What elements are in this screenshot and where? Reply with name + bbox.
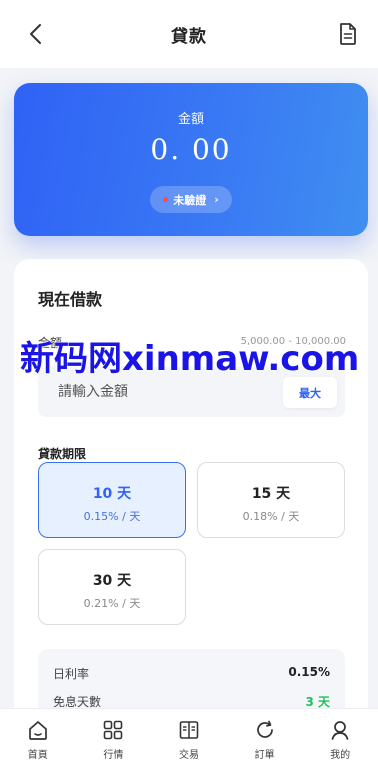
grid-icon <box>100 717 126 743</box>
user-icon <box>327 717 353 743</box>
term-option-30[interactable]: 30 天 0.21% / 天 <box>38 549 186 625</box>
amount-range: 5,000.00 - 10,000.00 <box>240 336 346 347</box>
term-days: 15 天 <box>251 486 291 502</box>
term-rate: 0.15% / 天 <box>83 510 141 523</box>
tab-orders[interactable]: 訂單 <box>227 709 303 764</box>
status-dot-icon <box>163 197 169 202</box>
tab-label: 行情 <box>103 750 124 761</box>
verification-status-button[interactable]: 未驗證 › <box>150 186 232 213</box>
summary-row: 日利率 0.15% <box>53 665 330 682</box>
amount-label: 金額 <box>38 336 63 350</box>
tab-trade[interactable]: 交易 <box>151 709 227 764</box>
tab-label: 首頁 <box>27 750 48 761</box>
bottom-tab-bar: 首頁 行情 交易 訂單 我的 <box>0 708 378 764</box>
chevron-left-icon[interactable] <box>22 20 48 48</box>
term-days: 30 天 <box>92 573 132 589</box>
summary-label: 日利率 <box>53 667 90 681</box>
amount-input-wrapper: 最大 <box>38 367 345 417</box>
term-days: 10 天 <box>92 486 132 502</box>
term-option-10[interactable]: 10 天 0.15% / 天 <box>38 462 186 538</box>
tab-label: 訂單 <box>254 750 275 761</box>
refresh-icon <box>252 717 278 743</box>
summary-value: 0.15% <box>288 665 330 679</box>
page-title: 貸款 <box>171 26 207 47</box>
term-rate: 0.21% / 天 <box>83 597 141 610</box>
verification-status-label: 未驗證 <box>173 193 207 207</box>
tab-home[interactable]: 首頁 <box>0 709 76 764</box>
balance-label: 金額 <box>177 112 204 127</box>
balance-value: 0. 00 <box>150 133 232 166</box>
tab-profile[interactable]: 我的 <box>302 709 378 764</box>
book-icon <box>176 717 202 743</box>
term-rate: 0.18% / 天 <box>242 510 300 523</box>
section-title: 現在借款 <box>38 290 103 309</box>
tab-market[interactable]: 行情 <box>76 709 152 764</box>
tab-label: 我的 <box>330 750 351 761</box>
home-icon <box>25 717 51 743</box>
balance-card: 金額 0. 00 未驗證 › <box>14 83 368 236</box>
term-option-15[interactable]: 15 天 0.18% / 天 <box>197 462 345 538</box>
term-label: 貸款期限 <box>38 447 87 461</box>
document-icon[interactable] <box>336 20 360 48</box>
tab-label: 交易 <box>178 750 199 761</box>
top-nav-bar: 貸款 <box>0 0 378 68</box>
chevron-right-icon: › <box>214 193 219 206</box>
loan-form-card: 現在借款 金額 5,000.00 - 10,000.00 最大 貸款期限 10 … <box>14 259 368 729</box>
amount-input[interactable] <box>38 367 278 417</box>
max-button[interactable]: 最大 <box>283 377 337 408</box>
